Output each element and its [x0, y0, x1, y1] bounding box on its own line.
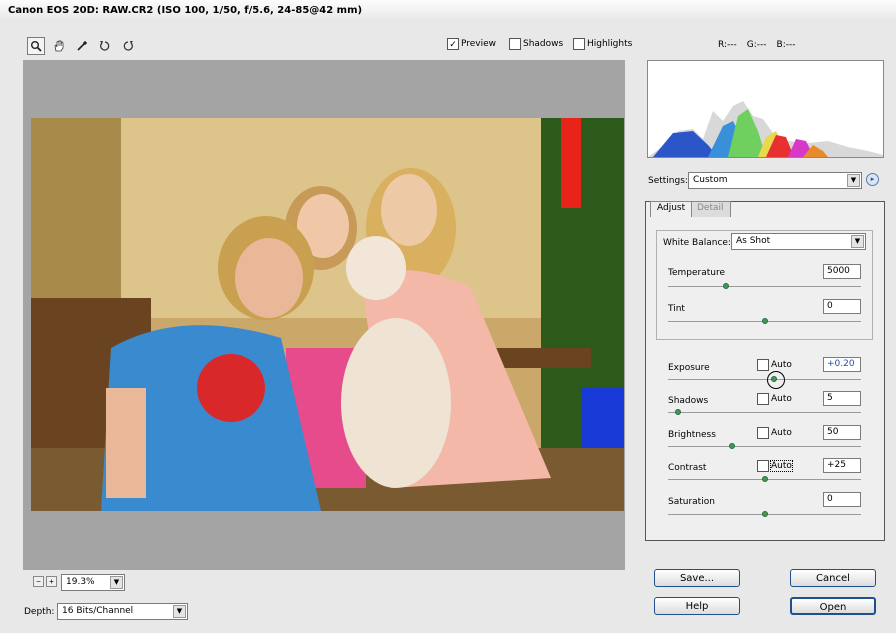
- contrast-auto[interactable]: Auto: [757, 460, 793, 472]
- white-balance-label: White Balance:: [663, 238, 731, 248]
- shadows-slider-track[interactable]: [668, 412, 861, 413]
- brightness-field[interactable]: 50: [823, 425, 861, 440]
- shadows-checkbox[interactable]: [509, 38, 521, 50]
- zoom-level-value: 19.3%: [66, 577, 95, 587]
- exposure-label: Exposure: [668, 363, 710, 373]
- temperature-field[interactable]: 5000: [823, 264, 861, 279]
- g-readout: G:---: [746, 40, 767, 50]
- rotate-right-icon[interactable]: [119, 37, 137, 55]
- settings-value: Custom: [693, 175, 728, 185]
- saturation-field[interactable]: 0: [823, 492, 861, 507]
- exposure-auto-checkbox[interactable]: [757, 359, 769, 371]
- b-readout: B:---: [776, 40, 796, 50]
- brightness-label: Brightness: [668, 430, 716, 440]
- shadows-option[interactable]: Shadows: [509, 38, 563, 50]
- exposure-auto[interactable]: Auto: [757, 359, 792, 371]
- chevron-down-icon[interactable]: ▼: [110, 576, 123, 589]
- exposure-slider-track[interactable]: [668, 379, 861, 380]
- zoom-out-button[interactable]: −: [33, 576, 44, 587]
- chevron-down-icon[interactable]: ▼: [851, 235, 864, 248]
- r-readout: R:---: [718, 40, 737, 50]
- temperature-label: Temperature: [668, 268, 726, 278]
- preview-label: Preview: [461, 39, 497, 49]
- shadows-slider-thumb[interactable]: [674, 409, 681, 415]
- highlights-checkbox[interactable]: [573, 38, 585, 50]
- exposure-field[interactable]: +0.20: [823, 357, 861, 372]
- shadows-auto[interactable]: Auto: [757, 393, 792, 405]
- tab-detail[interactable]: Detail: [690, 201, 731, 217]
- rgb-readout: R:--- G:--- B:---: [718, 40, 795, 50]
- shadows-field[interactable]: 5: [823, 391, 861, 406]
- zoom-icon[interactable]: [27, 37, 45, 55]
- brightness-auto-checkbox[interactable]: [757, 427, 769, 439]
- hand-icon[interactable]: [50, 37, 68, 55]
- rotate-left-icon[interactable]: [96, 37, 114, 55]
- highlights-label: Highlights: [587, 39, 633, 49]
- depth-value: 16 Bits/Channel: [62, 606, 134, 616]
- temperature-slider-thumb[interactable]: [722, 283, 729, 289]
- contrast-field[interactable]: +25: [823, 458, 861, 473]
- depth-dropdown[interactable]: 16 Bits/Channel ▼: [57, 603, 188, 620]
- exposure-auto-label: Auto: [771, 360, 792, 370]
- zoom-level-dropdown[interactable]: 19.3% ▼: [61, 574, 125, 591]
- tint-slider-thumb[interactable]: [761, 318, 768, 324]
- contrast-auto-label: Auto: [770, 460, 793, 472]
- brightness-auto[interactable]: Auto: [757, 427, 792, 439]
- preview-checkbox[interactable]: ✓: [447, 38, 459, 50]
- shadows-auto-label: Auto: [771, 394, 792, 404]
- shadows-label: Shadows: [523, 39, 564, 49]
- contrast-label: Contrast: [668, 463, 707, 473]
- settings-label: Settings:: [648, 176, 688, 186]
- highlights-option[interactable]: Highlights: [573, 38, 632, 50]
- photo-preview[interactable]: [31, 118, 624, 511]
- window-title: Canon EOS 20D: RAW.CR2 (ISO 100, 1/50, f…: [8, 5, 363, 16]
- brightness-auto-label: Auto: [771, 428, 792, 438]
- brightness-slider-track[interactable]: [668, 446, 861, 447]
- chevron-down-icon[interactable]: ▼: [173, 605, 186, 618]
- tab-adjust[interactable]: Adjust: [650, 201, 693, 217]
- save-button[interactable]: Save...: [654, 569, 740, 587]
- contrast-slider-thumb[interactable]: [761, 476, 768, 482]
- tint-field[interactable]: 0: [823, 299, 861, 314]
- depth-label: Depth:: [24, 607, 55, 617]
- cancel-button[interactable]: Cancel: [790, 569, 876, 587]
- chevron-down-icon[interactable]: ▼: [847, 174, 860, 187]
- settings-dropdown[interactable]: Custom ▼: [688, 172, 862, 189]
- brightness-slider-thumb[interactable]: [728, 443, 735, 449]
- histogram: [647, 60, 884, 158]
- help-button[interactable]: Help: [654, 597, 740, 615]
- shadows-auto-checkbox[interactable]: [757, 393, 769, 405]
- title-bar: Canon EOS 20D: RAW.CR2 (ISO 100, 1/50, f…: [0, 0, 896, 23]
- open-button[interactable]: Open: [790, 597, 876, 615]
- white-balance-dropdown[interactable]: As Shot ▼: [731, 233, 866, 250]
- settings-menu-icon[interactable]: ▸: [866, 173, 879, 186]
- saturation-label: Saturation: [668, 497, 715, 507]
- temperature-slider-track[interactable]: [668, 286, 861, 287]
- preview-option[interactable]: ✓ Preview: [447, 38, 496, 50]
- cursor-highlight-circle: [767, 371, 785, 389]
- contrast-auto-checkbox[interactable]: [757, 460, 769, 472]
- saturation-slider-thumb[interactable]: [761, 511, 768, 517]
- zoom-in-button[interactable]: +: [46, 576, 57, 587]
- tint-label: Tint: [668, 304, 685, 314]
- shadows-control-label: Shadows: [668, 396, 709, 406]
- eyedropper-icon[interactable]: [73, 37, 91, 55]
- white-balance-value: As Shot: [736, 236, 771, 246]
- toolbar: [27, 37, 137, 55]
